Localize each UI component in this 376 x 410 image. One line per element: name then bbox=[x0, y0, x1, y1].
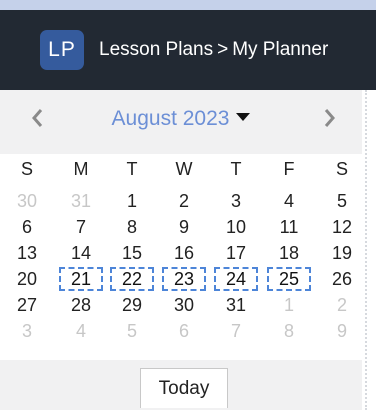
calendar-day[interactable]: 5 bbox=[324, 188, 360, 214]
calendar-day[interactable]: 2 bbox=[166, 188, 202, 214]
weekday-label: M bbox=[73, 159, 89, 179]
weekday-label: T bbox=[126, 159, 138, 179]
app-logo[interactable]: LP bbox=[40, 30, 84, 70]
calendar-day-selected[interactable]: 22 bbox=[110, 267, 154, 291]
month-dropdown[interactable]: August 2023 bbox=[0, 107, 362, 131]
calendar-day-outside[interactable]: 1 bbox=[271, 292, 307, 318]
calendar-week-row: 27 28 29 30 31 1 2 bbox=[0, 292, 362, 318]
calendar-day[interactable]: 7 bbox=[63, 214, 99, 240]
calendar-nav-row: August 2023 bbox=[0, 90, 362, 154]
calendar-day[interactable]: 29 bbox=[114, 292, 150, 318]
calendar-week-row: 30 31 1 2 3 4 5 bbox=[0, 188, 362, 214]
calendar-day[interactable]: 18 bbox=[271, 240, 307, 266]
calendar-day[interactable]: 13 bbox=[9, 240, 45, 266]
weekday-label: T bbox=[230, 159, 242, 179]
calendar-day-outside[interactable]: 8 bbox=[271, 318, 307, 344]
calendar-week-row: 6 7 8 9 10 11 12 bbox=[0, 214, 362, 240]
weekday-header-row: SMTWTFS bbox=[0, 156, 362, 182]
calendar-day[interactable]: 12 bbox=[324, 214, 360, 240]
weekday-label: S bbox=[335, 159, 348, 179]
calendar-day[interactable]: 20 bbox=[9, 266, 45, 292]
calendar-day-selected[interactable]: 23 bbox=[162, 267, 206, 291]
calendar-day-selected[interactable]: 21 bbox=[59, 267, 103, 291]
calendar-day[interactable]: 15 bbox=[114, 240, 150, 266]
calendar-day[interactable]: 14 bbox=[63, 240, 99, 266]
calendar-week-row: 20 21 22 23 24 25 26 bbox=[0, 266, 362, 292]
calendar-day-outside[interactable]: 4 bbox=[63, 318, 99, 344]
panel-divider bbox=[365, 90, 367, 410]
calendar-day-outside[interactable]: 7 bbox=[218, 318, 254, 344]
calendar-day-outside[interactable]: 2 bbox=[324, 292, 360, 318]
caret-down-icon bbox=[236, 113, 251, 121]
today-button[interactable]: Today bbox=[140, 368, 228, 408]
calendar-day[interactable]: 8 bbox=[114, 214, 150, 240]
weekday-label: S bbox=[20, 159, 33, 179]
calendar-day[interactable]: 27 bbox=[9, 292, 45, 318]
month-label: August 2023 bbox=[111, 107, 230, 130]
calendar-day-selected[interactable]: 24 bbox=[214, 267, 258, 291]
calendar-day[interactable]: 19 bbox=[324, 240, 360, 266]
calendar-day[interactable]: 4 bbox=[271, 188, 307, 214]
calendar-day-outside[interactable]: 9 bbox=[324, 318, 360, 344]
calendar-day[interactable]: 31 bbox=[218, 292, 254, 318]
calendar-day-selected[interactable]: 25 bbox=[267, 267, 311, 291]
calendar-footer: Today bbox=[0, 360, 362, 410]
chevron-right-icon bbox=[324, 109, 335, 127]
calendar-week-row: 13 14 15 16 17 18 19 bbox=[0, 240, 362, 266]
breadcrumb-separator: > bbox=[217, 39, 229, 60]
calendar-day-outside[interactable]: 30 bbox=[9, 188, 45, 214]
calendar-day[interactable]: 28 bbox=[63, 292, 99, 318]
calendar-day[interactable]: 11 bbox=[271, 214, 307, 240]
calendar-day[interactable]: 16 bbox=[166, 240, 202, 266]
app-header: LP Lesson Plans > My Planner bbox=[0, 10, 376, 90]
calendar-day-outside[interactable]: 3 bbox=[9, 318, 45, 344]
calendar-day[interactable]: 1 bbox=[114, 188, 150, 214]
calendar-day-outside[interactable]: 31 bbox=[63, 188, 99, 214]
calendar-day[interactable]: 9 bbox=[166, 214, 202, 240]
top-accent-strip bbox=[0, 0, 376, 10]
weekday-label: W bbox=[175, 159, 193, 179]
calendar-day[interactable]: 3 bbox=[218, 188, 254, 214]
calendar-day[interactable]: 6 bbox=[9, 214, 45, 240]
weekday-label: F bbox=[283, 159, 295, 179]
calendar-day-outside[interactable]: 5 bbox=[114, 318, 150, 344]
calendar-week-row: 3456789 bbox=[0, 318, 362, 344]
calendar-day-outside[interactable]: 6 bbox=[166, 318, 202, 344]
breadcrumb: Lesson Plans > My Planner bbox=[99, 39, 328, 61]
calendar-day[interactable]: 10 bbox=[218, 214, 254, 240]
calendar-day[interactable]: 17 bbox=[218, 240, 254, 266]
calendar-day[interactable]: 30 bbox=[166, 292, 202, 318]
next-month-button[interactable] bbox=[320, 106, 340, 130]
breadcrumb-root[interactable]: Lesson Plans bbox=[99, 39, 213, 60]
breadcrumb-current: My Planner bbox=[232, 39, 329, 60]
mini-calendar: August 2023 SMTWTFS 30 31 1 2 3 4 5 6 7 8 9 10 11 12 1… bbox=[0, 90, 362, 410]
calendar-day[interactable]: 26 bbox=[324, 266, 360, 292]
